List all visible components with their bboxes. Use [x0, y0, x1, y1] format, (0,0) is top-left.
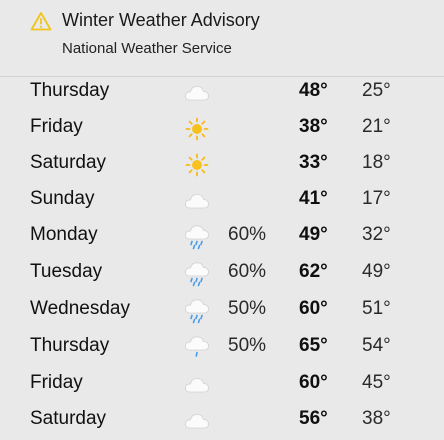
- high-temp: 38°: [299, 116, 328, 137]
- low-temp: 51°: [362, 298, 391, 319]
- low-temp: 18°: [362, 152, 391, 173]
- forecast-day: Thursday: [30, 335, 110, 356]
- low-temp: 45°: [362, 372, 391, 393]
- cloud-rain-icon: [183, 261, 211, 287]
- precipitation-chance: 60%: [228, 261, 267, 282]
- advisory-source: National Weather Service: [62, 40, 232, 57]
- forecast-day: Wednesday: [30, 298, 130, 319]
- warning-triangle-icon: [30, 11, 52, 31]
- weather-advisory-banner[interactable]: Winter Weather Advisory National Weather…: [0, 0, 444, 77]
- sun-icon: [183, 116, 211, 142]
- forecast-day: Monday: [30, 224, 98, 245]
- high-temp: 62°: [299, 261, 328, 282]
- cloud-drizzle-icon: [183, 335, 211, 361]
- high-temp: 56°: [299, 408, 328, 429]
- forecast-day: Friday: [30, 372, 83, 393]
- high-temp: 65°: [299, 335, 328, 356]
- precipitation-chance: 50%: [228, 298, 267, 319]
- sun-icon: [183, 152, 211, 178]
- forecast-row[interactable]: Saturday 33° 18°: [0, 148, 444, 184]
- ten-day-forecast: Thursday 48° 25° Friday 38° 21° Saturday: [0, 76, 444, 434]
- high-temp: 60°: [299, 298, 328, 319]
- low-temp: 17°: [362, 188, 391, 209]
- low-temp: 25°: [362, 80, 391, 101]
- forecast-row[interactable]: Wednesday 50% 60° 51°: [0, 294, 444, 330]
- forecast-row[interactable]: Friday 60° 45°: [0, 368, 444, 404]
- advisory-title: Winter Weather Advisory: [62, 10, 260, 30]
- forecast-row[interactable]: Sunday 41° 17°: [0, 184, 444, 220]
- forecast-row[interactable]: Thursday 50% 65° 54°: [0, 331, 444, 367]
- low-temp: 32°: [362, 224, 391, 245]
- forecast-day: Thursday: [30, 80, 110, 101]
- cloud-icon: [183, 80, 211, 106]
- high-temp: 49°: [299, 224, 328, 245]
- cloud-icon: [183, 188, 211, 214]
- cloud-rain-icon: [183, 224, 211, 250]
- high-temp: 60°: [299, 372, 328, 393]
- precipitation-chance: 50%: [228, 335, 267, 356]
- high-temp: 48°: [299, 80, 328, 101]
- cloud-rain-icon: [183, 298, 211, 324]
- high-temp: 41°: [299, 188, 328, 209]
- forecast-day: Sunday: [30, 188, 95, 209]
- cloud-icon: [183, 408, 211, 434]
- forecast-row[interactable]: Friday 38° 21°: [0, 112, 444, 148]
- forecast-day: Saturday: [30, 152, 107, 173]
- low-temp: 49°: [362, 261, 391, 282]
- forecast-day: Friday: [30, 116, 83, 137]
- forecast-day: Tuesday: [30, 261, 103, 282]
- low-temp: 38°: [362, 408, 391, 429]
- cloud-icon: [183, 372, 211, 398]
- low-temp: 21°: [362, 116, 391, 137]
- forecast-row[interactable]: Monday 60% 49° 32°: [0, 220, 444, 256]
- high-temp: 33°: [299, 152, 328, 173]
- low-temp: 54°: [362, 335, 391, 356]
- forecast-day: Saturday: [30, 408, 107, 429]
- precipitation-chance: 60%: [228, 224, 267, 245]
- forecast-row[interactable]: Tuesday 60% 62° 49°: [0, 257, 444, 293]
- forecast-row[interactable]: Thursday 48° 25°: [0, 76, 444, 112]
- forecast-row[interactable]: Saturday 56° 38°: [0, 404, 444, 440]
